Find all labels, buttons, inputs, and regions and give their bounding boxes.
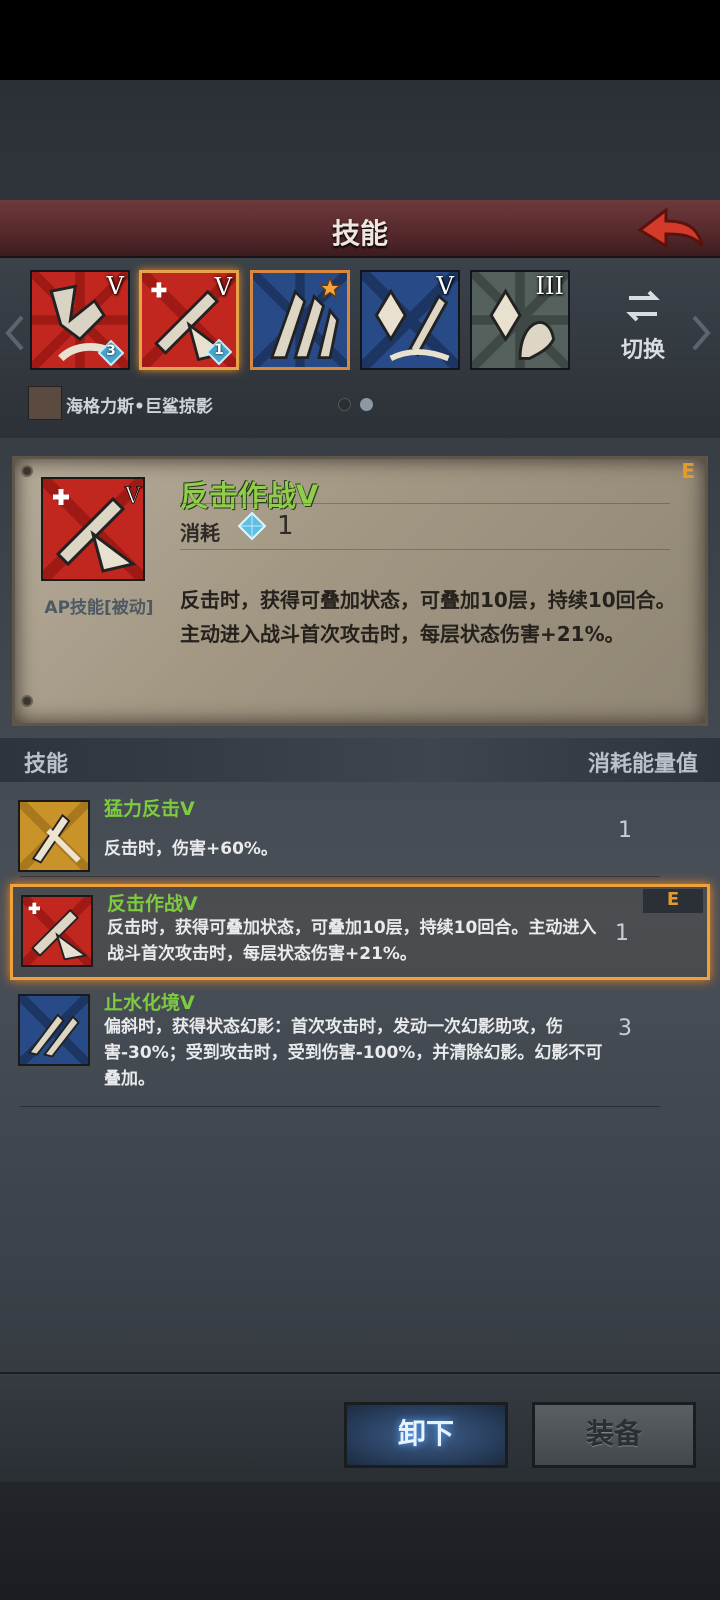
page-dot-active (360, 398, 374, 411)
column-skill: 技能 (24, 752, 69, 777)
skill-icon (18, 800, 90, 872)
divider (20, 876, 660, 877)
detail-skill-icon: V (41, 477, 145, 581)
gem-badge: 1 (206, 339, 232, 365)
hero-info: 海格力斯•巨鲨掠影 (28, 386, 678, 420)
row-energy-value: 1 (615, 921, 629, 946)
row-title: 猛力反击V (104, 798, 195, 820)
rivet (21, 695, 33, 707)
skill-type: AP技能[被动] (44, 598, 154, 618)
divider (180, 503, 670, 504)
row-description: 反击时，获得可叠加状态，可叠加10层，持续10回合。主动进入战斗首次攻击时，每层… (107, 918, 597, 964)
slot-tier: V (106, 272, 124, 300)
slot-tier: III (535, 272, 564, 300)
page-dot (338, 398, 351, 411)
hero-name: 海格力斯•巨鲨掠影 (66, 397, 213, 417)
skill-row-1[interactable]: 猛力反击V 反击时，伤害+60%。 1 (10, 792, 710, 878)
skill-slot-3[interactable] (250, 270, 350, 370)
back-arrow-icon (637, 206, 704, 249)
svg-text:V: V (124, 484, 142, 509)
action-bar: 卸下 装备 (0, 1372, 720, 1482)
column-energy-cost: 消耗能量值 (587, 752, 698, 777)
skill-slot-2-selected[interactable]: V 1 (139, 270, 239, 370)
row-energy-value: 1 (618, 818, 632, 843)
navigation-area (0, 1482, 720, 1600)
divider (180, 549, 670, 550)
swap-arrows-icon (626, 290, 660, 322)
skill-list-header: 技能 消耗能量值 (0, 738, 720, 782)
status-bar-area (0, 0, 720, 80)
row-description: 偏斜时，获得状态幻影：首次攻击时，发动一次幻影助攻，伤害-30%；受到攻击时，受… (104, 1017, 603, 1089)
row-title: 止水化境V (104, 992, 195, 1014)
energy-gem-icon (237, 511, 267, 541)
detail-description: 反击时，获得可叠加状态，可叠加10层，持续10回合。主动进入战斗首次攻击时，每层… (180, 588, 676, 646)
skill-row-2-selected[interactable]: 反击作战V 反击时，获得可叠加状态，可叠加10层，持续10回合。主动进入战斗首次… (10, 884, 710, 980)
rivet (21, 465, 33, 477)
cost-value: 1 (277, 511, 294, 541)
skill-slot-5[interactable]: III (470, 270, 570, 370)
row-title: 反击作战V (107, 893, 198, 915)
row-energy-value: 3 (618, 1016, 632, 1041)
page-title: 技能 (331, 217, 388, 250)
skill-detail-card: V AP技能[被动] 反击作战V 消耗 1 反击时，获得可叠加状态，可叠加10层… (12, 456, 708, 726)
slot-tier: V (214, 273, 232, 301)
back-button[interactable] (636, 206, 706, 252)
skill-icon (21, 895, 93, 967)
equip-button[interactable]: 装备 (532, 1402, 696, 1468)
skill-slot-4[interactable]: V (360, 270, 460, 370)
row-description: 反击时，伤害+60%。 (104, 839, 278, 859)
skill-icon (18, 994, 90, 1066)
skill-slots-strip: V 3 V 1 V III 切换 海格力斯•巨鲨掠影 (0, 258, 720, 438)
grade-badge: E (681, 459, 695, 483)
chevron-left-icon[interactable] (2, 313, 26, 353)
unequip-button[interactable]: 卸下 (344, 1402, 508, 1468)
grade-badge: E (643, 889, 703, 913)
detail-title: 反击作战V (180, 479, 319, 513)
star-icon (319, 277, 341, 299)
switch-label: 切换 (620, 338, 665, 363)
divider (20, 1106, 660, 1107)
cost-label: 消耗 (180, 521, 220, 545)
avatar (28, 386, 62, 420)
skill-slot-1[interactable]: V 3 (30, 270, 130, 370)
switch-button[interactable]: 切换 (608, 288, 678, 368)
page-indicator (338, 396, 377, 415)
header: 技能 (0, 200, 720, 258)
chevron-right-icon[interactable] (690, 313, 714, 353)
slot-tier: V (436, 272, 454, 300)
skill-row-3[interactable]: 止水化境V 偏斜时，获得状态幻影：首次攻击时，发动一次幻影助攻，伤害-30%；受… (10, 986, 710, 1108)
gem-badge: 3 (98, 340, 124, 366)
